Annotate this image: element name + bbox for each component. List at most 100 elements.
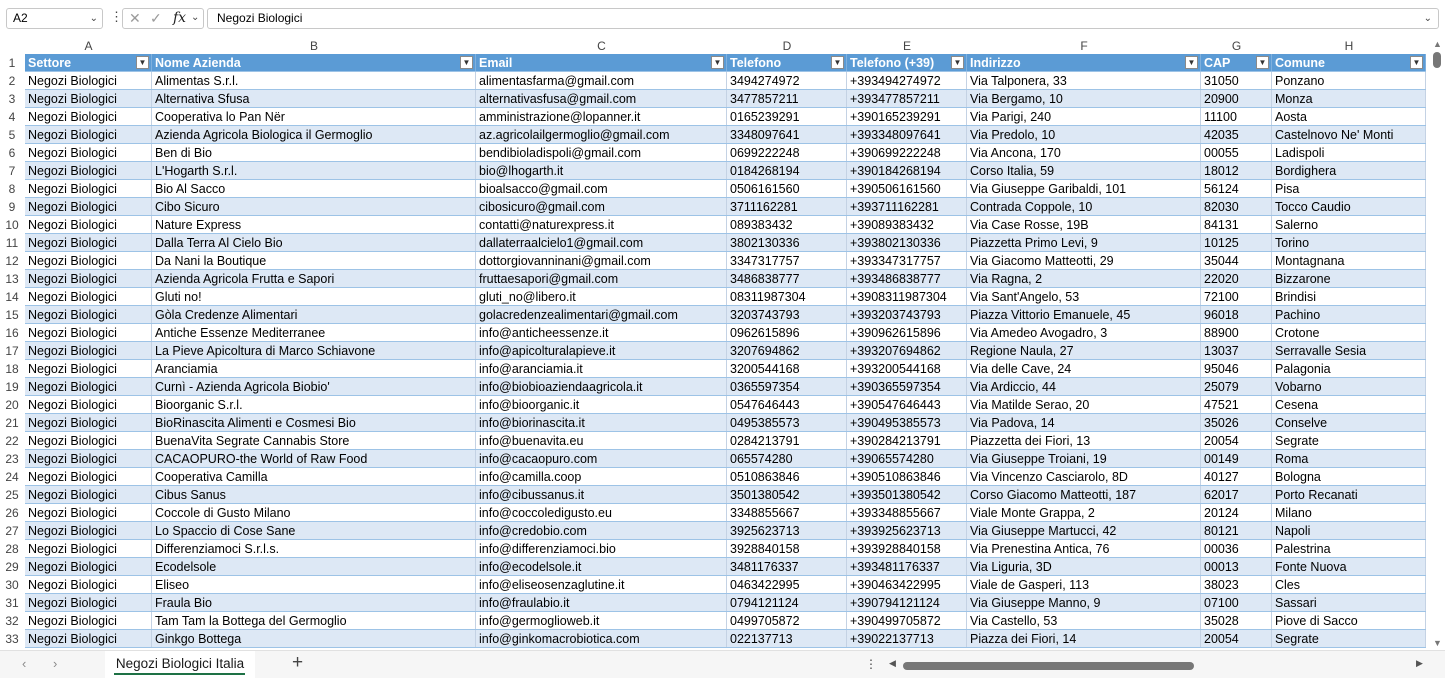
table-cell[interactable]: +393928840158: [847, 540, 967, 558]
table-cell[interactable]: +393477857211: [847, 90, 967, 108]
row-number[interactable]: 9: [0, 198, 24, 216]
row-number[interactable]: 25: [0, 486, 24, 504]
row-number[interactable]: 23: [0, 450, 24, 468]
row-number[interactable]: 10: [0, 216, 24, 234]
table-cell[interactable]: 0365597354: [727, 378, 847, 396]
table-cell[interactable]: Ben di Bio: [152, 144, 476, 162]
table-cell[interactable]: 0499705872: [727, 612, 847, 630]
table-cell[interactable]: +393481176337: [847, 558, 967, 576]
cancel-icon[interactable]: ✕: [129, 10, 141, 27]
table-cell[interactable]: info@biorinascita.it: [476, 414, 727, 432]
table-cell[interactable]: Eliseo: [152, 576, 476, 594]
table-cell[interactable]: Palestrina: [1272, 540, 1426, 558]
chevron-down-icon[interactable]: ⌄: [90, 9, 98, 28]
scroll-left-icon[interactable]: ◀: [889, 658, 896, 669]
table-cell[interactable]: Negozi Biologici: [25, 396, 152, 414]
table-cell[interactable]: Negozi Biologici: [25, 594, 152, 612]
table-cell[interactable]: Negozi Biologici: [25, 540, 152, 558]
table-cell[interactable]: +390284213791: [847, 432, 967, 450]
table-cell[interactable]: 3481176337: [727, 558, 847, 576]
table-cell[interactable]: Negozi Biologici: [25, 432, 152, 450]
scroll-right-icon[interactable]: ▶: [1416, 658, 1423, 669]
table-cell[interactable]: info@ecodelsole.it: [476, 558, 727, 576]
table-cell[interactable]: Negozi Biologici: [25, 162, 152, 180]
table-cell[interactable]: Palagonia: [1272, 360, 1426, 378]
table-cell[interactable]: info@coccoledigusto.eu: [476, 504, 727, 522]
table-cell[interactable]: Dalla Terra Al Cielo Bio: [152, 234, 476, 252]
table-cell[interactable]: info@eliseosenzaglutine.it: [476, 576, 727, 594]
table-cell[interactable]: 11100: [1201, 108, 1272, 126]
table-cell[interactable]: info@aranciamia.it: [476, 360, 727, 378]
table-cell[interactable]: Tam Tam la Bottega del Germoglio: [152, 612, 476, 630]
more-options-icon[interactable]: ⋮: [865, 657, 877, 671]
table-cell[interactable]: Conselve: [1272, 414, 1426, 432]
table-cell[interactable]: Via Ancona, 170: [967, 144, 1201, 162]
table-cell[interactable]: Nature Express: [152, 216, 476, 234]
table-cell[interactable]: info@biobioaziendaagricola.it: [476, 378, 727, 396]
table-cell[interactable]: 065574280: [727, 450, 847, 468]
table-cell[interactable]: 07100: [1201, 594, 1272, 612]
table-cell[interactable]: info@ginkomacrobiotica.com: [476, 630, 727, 648]
table-cell[interactable]: Negozi Biologici: [25, 450, 152, 468]
table-cell[interactable]: Via Giuseppe Troiani, 19: [967, 450, 1201, 468]
table-cell[interactable]: Via Padova, 14: [967, 414, 1201, 432]
table-cell[interactable]: Lo Spaccio di Cose Sane: [152, 522, 476, 540]
table-cell[interactable]: Corso Giacomo Matteotti, 187: [967, 486, 1201, 504]
table-cell[interactable]: info@cibussanus.it: [476, 486, 727, 504]
column-letter-b[interactable]: B: [152, 38, 476, 54]
add-sheet-icon[interactable]: +: [292, 652, 303, 674]
table-cell[interactable]: dottorgiovanninani@gmail.com: [476, 252, 727, 270]
table-cell[interactable]: CACAOPURO-the World of Raw Food: [152, 450, 476, 468]
table-cell[interactable]: +390495385573: [847, 414, 967, 432]
table-cell[interactable]: Bologna: [1272, 468, 1426, 486]
table-cell[interactable]: fruttaesapori@gmail.com: [476, 270, 727, 288]
table-cell[interactable]: Via Matilde Serao, 20: [967, 396, 1201, 414]
table-cell[interactable]: Negozi Biologici: [25, 270, 152, 288]
table-cell[interactable]: Negozi Biologici: [25, 522, 152, 540]
table-cell[interactable]: 0794121124: [727, 594, 847, 612]
table-cell[interactable]: L'Hogarth S.r.l.: [152, 162, 476, 180]
table-cell[interactable]: 3501380542: [727, 486, 847, 504]
row-number[interactable]: 14: [0, 288, 24, 306]
table-cell[interactable]: Negozi Biologici: [25, 144, 152, 162]
table-cell[interactable]: 0699222248: [727, 144, 847, 162]
vertical-scrollbar[interactable]: ▲ ▼: [1430, 38, 1445, 650]
table-cell[interactable]: 0495385573: [727, 414, 847, 432]
table-cell[interactable]: Negozi Biologici: [25, 198, 152, 216]
table-cell[interactable]: 82030: [1201, 198, 1272, 216]
table-cell[interactable]: info@camilla.coop: [476, 468, 727, 486]
table-cell[interactable]: 35026: [1201, 414, 1272, 432]
table-cell[interactable]: 95046: [1201, 360, 1272, 378]
table-cell[interactable]: Negozi Biologici: [25, 378, 152, 396]
filter-icon[interactable]: ▼: [1256, 56, 1269, 69]
table-cell[interactable]: Sassari: [1272, 594, 1426, 612]
row-number[interactable]: 20: [0, 396, 24, 414]
column-letter-e[interactable]: E: [847, 38, 967, 54]
table-cell[interactable]: Via Vincenzo Casciarolo, 8D: [967, 468, 1201, 486]
table-cell[interactable]: 72100: [1201, 288, 1272, 306]
table-cell[interactable]: Negozi Biologici: [25, 216, 152, 234]
row-number[interactable]: 8: [0, 180, 24, 198]
table-cell[interactable]: Monza: [1272, 90, 1426, 108]
table-cell[interactable]: Bizzarone: [1272, 270, 1426, 288]
table-cell[interactable]: alternativasfusa@gmail.com: [476, 90, 727, 108]
table-cell[interactable]: Segrate: [1272, 630, 1426, 648]
header-cell[interactable]: Telefono ▼: [727, 54, 847, 72]
table-cell[interactable]: +390962615896: [847, 324, 967, 342]
table-cell[interactable]: 0284213791: [727, 432, 847, 450]
table-cell[interactable]: Via Prenestina Antica, 76: [967, 540, 1201, 558]
table-cell[interactable]: 3207694862: [727, 342, 847, 360]
table-cell[interactable]: +393501380542: [847, 486, 967, 504]
table-cell[interactable]: 3486838777: [727, 270, 847, 288]
row-number[interactable]: 19: [0, 378, 24, 396]
table-cell[interactable]: +393711162281: [847, 198, 967, 216]
table-cell[interactable]: 3925623713: [727, 522, 847, 540]
table-cell[interactable]: 38023: [1201, 576, 1272, 594]
name-box[interactable]: A2 ⌄: [6, 8, 103, 29]
row-number[interactable]: 18: [0, 360, 24, 378]
table-cell[interactable]: 3928840158: [727, 540, 847, 558]
table-cell[interactable]: info@anticheessenze.it: [476, 324, 727, 342]
table-cell[interactable]: +390499705872: [847, 612, 967, 630]
table-cell[interactable]: Salerno: [1272, 216, 1426, 234]
table-cell[interactable]: info@differenziamoci.bio: [476, 540, 727, 558]
